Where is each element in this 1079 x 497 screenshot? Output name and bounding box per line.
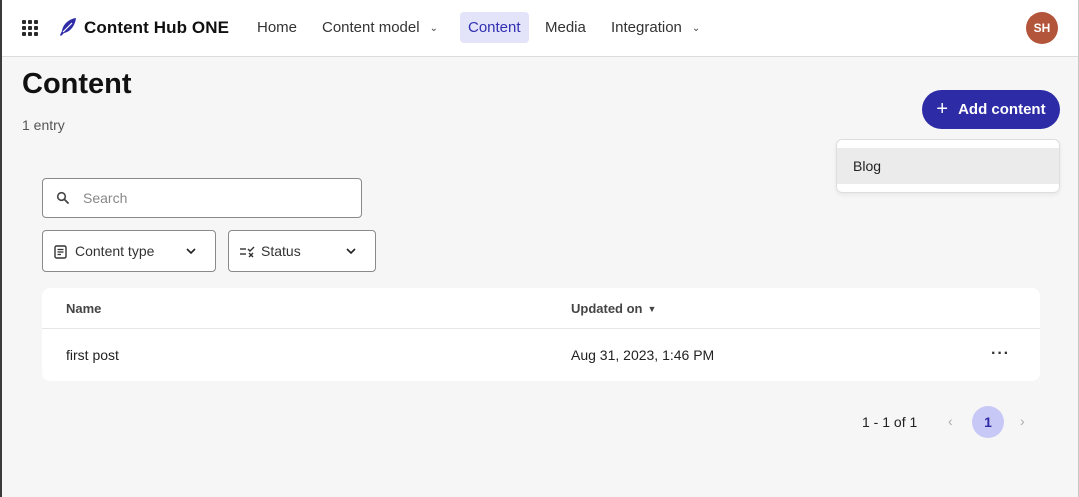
pagination-current-page[interactable]: 1 [972, 406, 1004, 438]
more-options-icon[interactable]: ··· [991, 346, 1010, 362]
feather-logo-icon [60, 18, 76, 36]
search-field[interactable] [42, 178, 362, 218]
add-content-menu: Blog [836, 139, 1060, 193]
chevron-down-icon [346, 248, 356, 255]
window-left-edge [0, 0, 2, 497]
header-divider [42, 328, 1040, 329]
top-navigation-bar: Content Hub ONE Home Content model ⌄ Cont… [2, 0, 1078, 57]
search-icon [56, 191, 69, 204]
sort-descending-icon: ▼ [647, 304, 657, 314]
chevron-right-icon[interactable]: › [1020, 413, 1025, 429]
add-content-button[interactable]: + Add content [922, 90, 1060, 129]
entry-count: 1 entry [22, 117, 65, 133]
nav-home[interactable]: Home [249, 12, 305, 43]
add-content-label: Add content [958, 101, 1046, 118]
chevron-down-icon: ⌄ [429, 23, 438, 34]
nav-integration[interactable]: Integration ⌄ [603, 12, 708, 43]
nav-content-label: Content [468, 19, 521, 36]
nav-content[interactable]: Content [460, 12, 529, 43]
row-updated-on: Aug 31, 2023, 1:46 PM [571, 347, 715, 363]
chevron-down-icon [186, 248, 196, 255]
page-title: Content [22, 68, 132, 100]
user-avatar[interactable]: SH [1026, 12, 1058, 44]
status-filter-label: Status [261, 243, 301, 259]
menu-item-blog[interactable]: Blog [837, 148, 1059, 184]
content-type-filter[interactable]: Content type [42, 230, 216, 272]
status-filter[interactable]: Status [228, 230, 376, 272]
nav-home-label: Home [257, 19, 298, 36]
column-header-name-label: Name [66, 301, 102, 316]
plus-icon: + [936, 97, 949, 120]
nav-media-label: Media [545, 19, 586, 36]
nav-media[interactable]: Media [537, 12, 594, 43]
chevron-down-icon: ⌄ [691, 23, 701, 34]
row-name[interactable]: first post [66, 347, 119, 363]
document-text-icon [54, 245, 67, 259]
nav-integration-label: Integration [611, 19, 682, 36]
content-table: Name Updated on ▼ first post Aug 31, 2023… [42, 288, 1040, 381]
search-input[interactable] [83, 179, 353, 217]
content-type-filter-label: Content type [75, 243, 155, 259]
pagination-range: 1 - 1 of 1 [862, 414, 918, 430]
status-list-icon [240, 246, 255, 258]
brand-name[interactable]: Content Hub ONE [84, 18, 229, 38]
column-header-updated-on[interactable]: Updated on ▼ [571, 301, 656, 316]
apps-grid-icon[interactable] [22, 20, 38, 36]
chevron-left-icon[interactable]: ‹ [948, 413, 953, 429]
column-header-name[interactable]: Name [66, 301, 101, 316]
column-header-updated-on-label: Updated on [571, 301, 643, 316]
nav-content-model-label: Content model [322, 19, 420, 36]
nav-content-model[interactable]: Content model ⌄ [314, 12, 446, 43]
